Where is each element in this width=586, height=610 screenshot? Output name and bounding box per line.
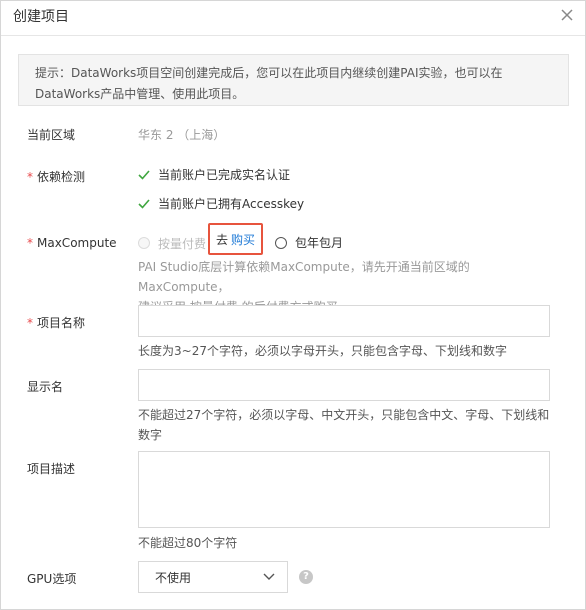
maxcompute-desc-line-1: PAI Studio底层计算依赖MaxCompute，请先开通当前区域的MaxC… <box>138 260 470 294</box>
gpu-label: GPU选项 <box>27 572 77 586</box>
maxcompute-label-text: MaxCompute <box>37 236 117 250</box>
dialog-header: 创建项目 <box>1 1 585 36</box>
required-marker: * <box>27 236 33 250</box>
radio-yearly-circle[interactable] <box>275 236 287 249</box>
notice-line-1: 提示：DataWorks项目空间创建完成后，您可以在此项目内继续创建PAI实验，… <box>35 66 503 80</box>
display-name-hint-line-2: 数字 <box>138 428 163 442</box>
description-label: 项目描述 <box>27 462 76 476</box>
radio-yearly[interactable]: 包年包月 <box>275 234 343 251</box>
radio-yearly-label: 包年包月 <box>295 236 344 250</box>
project-name-hint: 长度为3~27个字符，必须以字母开头，只能包含字母、下划线和数字 <box>138 344 507 358</box>
check-item-label: 当前账户已拥有Accesskey <box>158 197 305 211</box>
notice-line-2: DataWorks产品中管理、使用此项目。 <box>35 87 245 101</box>
region-value: 华东 2 （上海） <box>138 128 226 142</box>
buy-prefix: 去 <box>215 232 228 247</box>
required-marker: * <box>27 316 33 330</box>
buy-link[interactable]: 购买 <box>231 231 255 248</box>
description-hint: 不能超过80个字符 <box>138 536 238 550</box>
close-icon[interactable] <box>559 7 575 23</box>
required-marker: * <box>27 170 33 184</box>
dialog-title: 创建项目 <box>13 9 69 25</box>
display-name-label: 显示名 <box>27 380 64 394</box>
create-project-dialog: 创建项目 提示：DataWorks项目空间创建完成后，您可以在此项目内继续创建P… <box>0 0 586 610</box>
check-item-accesskey: 当前账户已拥有Accesskey <box>138 195 304 212</box>
region-label: 当前区域 <box>27 128 76 142</box>
help-icon[interactable]: ? <box>299 570 313 584</box>
dependency-label-text: 依赖检测 <box>37 170 86 184</box>
maxcompute-label: * MaxCompute <box>27 236 117 250</box>
radio-payg-circle <box>138 237 150 249</box>
display-name-hint-line-1: 不能超过27个字符，必须以字母、中文开头，只能包含中文、字母、下划线和 <box>138 408 550 422</box>
check-item-realname: 当前账户已完成实名认证 <box>138 166 290 183</box>
radio-payg: 按量付费 <box>138 234 206 252</box>
display-name-input[interactable] <box>138 369 550 401</box>
dependency-label: * 依赖检测 <box>27 168 85 185</box>
display-name-hint: 不能超过27个字符，必须以字母、中文开头，只能包含中文、字母、下划线和 数字 <box>138 405 558 445</box>
check-icon <box>138 169 150 180</box>
notice-box: 提示：DataWorks项目空间创建完成后，您可以在此项目内继续创建PAI实验，… <box>18 54 569 106</box>
description-textarea[interactable] <box>138 451 550 528</box>
check-item-label: 当前账户已完成实名认证 <box>158 168 291 182</box>
check-icon <box>138 198 150 209</box>
project-name-input[interactable] <box>138 305 550 337</box>
project-name-label: * 项目名称 <box>27 314 85 331</box>
gpu-selected-value: 不使用 <box>155 570 192 585</box>
gpu-select[interactable]: 不使用 <box>138 561 288 593</box>
radio-payg-label: 按量付费 <box>158 236 207 251</box>
buy-link-box: 去 购买 <box>208 223 263 255</box>
chevron-down-icon <box>263 573 275 580</box>
project-name-label-text: 项目名称 <box>37 316 86 330</box>
